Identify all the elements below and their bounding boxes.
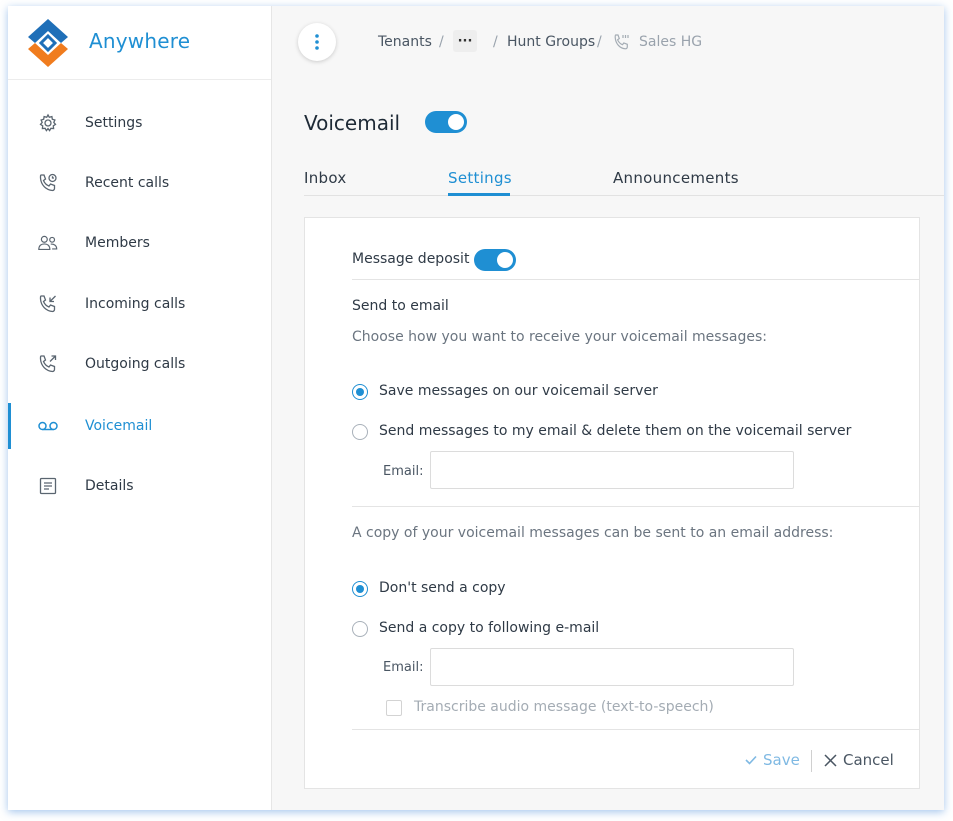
save-button[interactable]: Save [745,751,800,769]
sidebar-item-details[interactable]: Details [8,463,272,509]
transcribe-checkbox[interactable] [386,700,402,716]
sidebar-item-members[interactable]: Members [8,220,272,266]
breadcrumb-separator: / [439,34,444,50]
breadcrumb-sales-hg: Sales HG [639,34,703,50]
dont-send-copy-label[interactable]: Don't send a copy [379,580,506,596]
sidebar-item-label: Members [85,235,150,251]
tab-settings[interactable]: Settings [448,169,512,187]
copy-email-field[interactable] [430,648,794,686]
app-window: Anywhere Settings Recent calls Members I… [8,6,944,810]
breadcrumb-separator: / [493,34,498,50]
sidebar-item-settings[interactable]: Settings [8,100,272,146]
footer-divider [811,750,812,772]
cancel-label: Cancel [843,751,894,769]
save-on-server-label[interactable]: Save messages on our voicemail server [379,383,658,399]
page-title: Voicemail [304,111,401,135]
breadcrumb-ellipsis[interactable]: ··· [453,30,477,52]
kebab-icon [315,34,319,50]
send-to-email-label[interactable]: Send messages to my email & delete them … [379,423,851,439]
save-label: Save [763,751,800,769]
receive-hint: Choose how you want to receive your voic… [352,329,767,345]
cancel-button[interactable]: Cancel [824,751,894,769]
send-copy-radio[interactable] [352,621,368,637]
sidebar-item-label: Settings [85,115,143,131]
sidebar-item-incoming-calls[interactable]: Incoming calls [8,281,272,327]
phone-incoming-icon [37,293,59,315]
members-icon [37,232,59,254]
copy-hint: A copy of your voicemail messages can be… [352,525,834,541]
sidebar-item-voicemail[interactable]: Voicemail [8,403,272,449]
check-icon [745,755,757,765]
send-to-email-radio[interactable] [352,424,368,440]
sidebar: Anywhere Settings Recent calls Members I… [8,6,272,810]
anywhere-logo-icon [28,19,68,67]
send-to-email-title: Send to email [352,298,449,314]
divider [352,279,919,280]
hunt-group-icon [612,32,632,56]
tab-inbox[interactable]: Inbox [304,169,347,187]
tab-announcements[interactable]: Announcements [613,169,739,187]
phone-clock-icon [37,172,59,194]
sidebar-item-recent-calls[interactable]: Recent calls [8,160,272,206]
sidebar-item-outgoing-calls[interactable]: Outgoing calls [8,341,272,387]
gear-icon [37,112,59,134]
breadcrumb-tenants[interactable]: Tenants [378,34,432,50]
sidebar-item-label: Voicemail [85,418,153,434]
tabs-divider [304,195,944,196]
divider [352,506,919,507]
divider [352,729,919,730]
brand-header: Anywhere [8,6,271,80]
brand-name: Anywhere [89,29,191,53]
message-deposit-label: Message deposit [352,251,470,267]
breadcrumb-hunt-groups[interactable]: Hunt Groups [507,34,595,50]
voicemail-settings-panel: Message deposit Send to email Choose how… [304,217,920,789]
topbar: Tenants / ··· / Hunt Groups / Sales HG [272,6,944,80]
sidebar-item-label: Incoming calls [85,296,186,312]
transcribe-label: Transcribe audio message (text-to-speech… [414,699,714,715]
phone-outgoing-icon [37,353,59,375]
save-on-server-radio[interactable] [352,384,368,400]
close-icon [824,753,837,767]
sidebar-item-label: Outgoing calls [85,356,186,372]
voicemail-enabled-toggle[interactable] [425,111,467,133]
email-field-label: Email: [383,464,424,479]
dont-send-copy-radio[interactable] [352,581,368,597]
sidebar-item-label: Details [85,478,134,494]
sidebar-item-label: Recent calls [85,175,170,191]
active-tab-indicator [448,193,510,196]
voicemail-icon [37,415,59,437]
document-icon [37,475,59,497]
copy-email-field-label: Email: [383,660,424,675]
email-field[interactable] [430,451,794,489]
message-deposit-toggle[interactable] [474,249,516,271]
more-menu-button[interactable] [298,23,336,61]
breadcrumb-separator: / [597,34,602,50]
send-copy-label[interactable]: Send a copy to following e-mail [379,620,599,636]
